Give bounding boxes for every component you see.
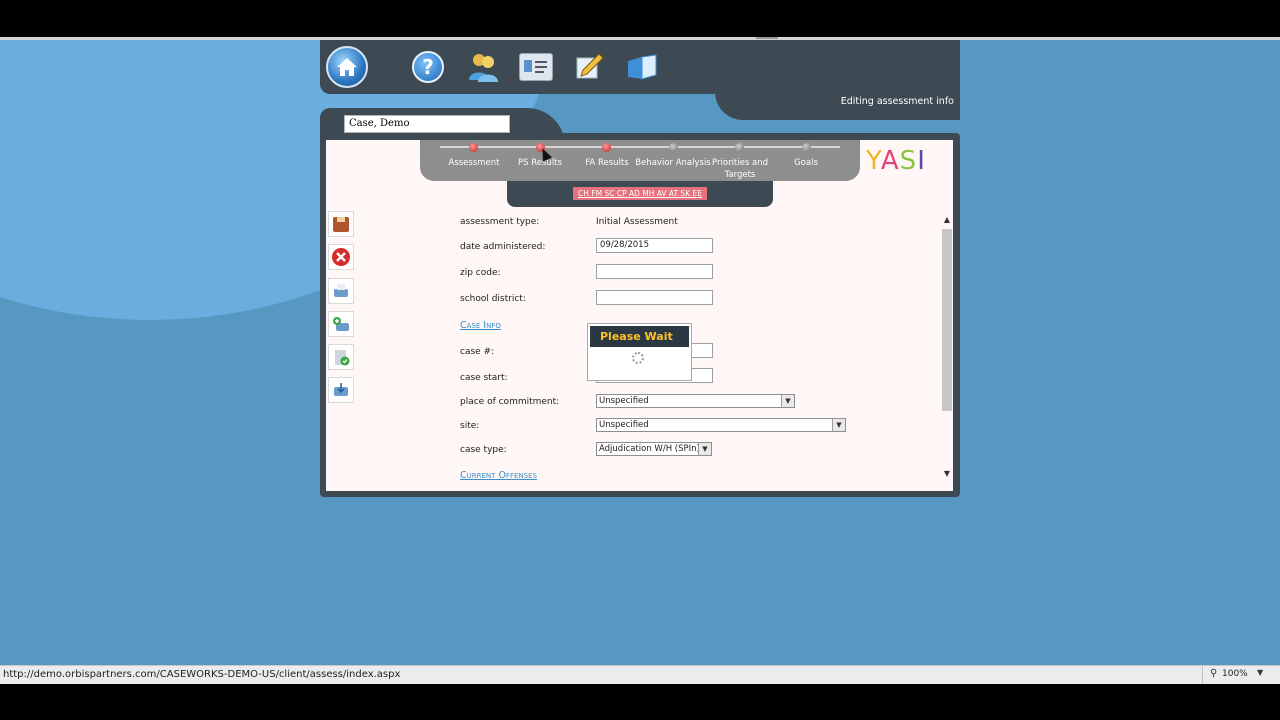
assessment-type-label: assessment type: <box>460 217 540 227</box>
site-select[interactable]: Unspecified ▼ <box>596 418 846 432</box>
case-type-value: Adjudication W/H (SPIn) <box>599 444 700 454</box>
date-administered-label: date administered: <box>460 242 546 252</box>
zoom-control[interactable]: ⚲ 100% ▼ <box>1202 666 1280 684</box>
header-status-text: Editing assessment info <box>840 96 954 107</box>
status-url: http://demo.orbispartners.com/CASEWORKS-… <box>3 669 401 680</box>
print-icon[interactable] <box>328 278 354 304</box>
site-value: Unspecified <box>599 420 649 430</box>
scroll-up-icon[interactable]: ▲ <box>941 215 953 225</box>
chevron-down-icon[interactable]: ▼ <box>832 419 845 431</box>
place-of-commitment-label: place of commitment: <box>460 397 560 407</box>
client-name-field[interactable]: Case, Demo <box>344 115 510 133</box>
step-behavior-analysis-dot[interactable] <box>669 143 678 152</box>
case-start-label: case start: <box>460 373 508 383</box>
zoom-magnifier-icon: ⚲ <box>1210 668 1218 679</box>
section-codes-link[interactable]: CH FM SC CP AD MH AV AT SK EE <box>573 187 707 200</box>
school-district-label: school district: <box>460 294 526 304</box>
assessment-type-value: Initial Assessment <box>596 217 678 227</box>
step-fa-results-dot[interactable] <box>602 143 611 152</box>
help-icon[interactable]: ? <box>412 51 444 83</box>
add-print-icon[interactable] <box>328 311 354 337</box>
progress-steps-line <box>440 146 840 148</box>
resize-grip[interactable] <box>756 37 778 39</box>
date-administered-field[interactable]: 09/28/2015 <box>596 238 713 253</box>
clipboard-check-icon[interactable] <box>328 344 354 370</box>
browser-status-bar: http://demo.orbispartners.com/CASEWORKS-… <box>0 665 1280 684</box>
place-of-commitment-value: Unspecified <box>599 396 649 406</box>
loading-spinner-icon <box>632 352 644 364</box>
book-icon[interactable] <box>626 53 658 81</box>
place-of-commitment-select[interactable]: Unspecified ▼ <box>596 394 795 408</box>
app-header-tail <box>715 40 960 120</box>
step-ps-results-label[interactable]: PS Results <box>502 157 578 169</box>
scroll-thumb[interactable] <box>942 229 952 411</box>
people-icon[interactable] <box>466 50 500 84</box>
home-icon[interactable] <box>326 46 368 88</box>
chevron-down-icon[interactable]: ▼ <box>698 443 711 455</box>
form-scrollbar[interactable]: ▲ ▼ <box>941 213 953 481</box>
please-wait-dialog: Please Wait <box>587 323 692 381</box>
save-icon[interactable] <box>328 211 354 237</box>
step-behavior-analysis-label[interactable]: Behavior Analysis <box>635 157 711 169</box>
zoom-level: 100% <box>1222 669 1248 679</box>
chevron-down-icon[interactable]: ▼ <box>1257 668 1263 677</box>
please-wait-title: Please Wait <box>590 326 689 347</box>
id-card-icon[interactable] <box>519 53 553 81</box>
case-number-label: case #: <box>460 347 495 357</box>
current-offenses-link[interactable]: Current Offenses <box>460 470 537 481</box>
school-district-field[interactable] <box>596 290 713 305</box>
chevron-down-icon[interactable]: ▼ <box>781 395 794 407</box>
step-priorities-label[interactable]: Priorities and Targets <box>702 157 778 181</box>
scroll-down-icon[interactable]: ▼ <box>941 469 953 479</box>
case-type-label: case type: <box>460 445 507 455</box>
step-goals-label[interactable]: Goals <box>768 157 844 169</box>
yasi-logo: YASI <box>866 146 926 176</box>
step-priorities-dot[interactable] <box>735 143 744 152</box>
step-assessment-label[interactable]: Assessment <box>436 157 512 169</box>
step-assessment-dot[interactable] <box>469 143 478 152</box>
zip-code-label: zip code: <box>460 268 501 278</box>
edit-icon[interactable] <box>573 50 605 82</box>
screen-top-bar <box>0 0 1280 38</box>
zip-code-field[interactable] <box>596 264 713 279</box>
step-fa-results-label[interactable]: FA Results <box>569 157 645 169</box>
case-info-link[interactable]: Case Info <box>460 320 501 331</box>
case-type-select[interactable]: Adjudication W/H (SPIn) ▼ <box>596 442 712 456</box>
site-label: site: <box>460 421 480 431</box>
cancel-icon[interactable] <box>328 244 354 270</box>
step-goals-dot[interactable] <box>802 143 811 152</box>
screen-bottom-bar <box>0 684 1280 720</box>
export-icon[interactable] <box>328 377 354 403</box>
